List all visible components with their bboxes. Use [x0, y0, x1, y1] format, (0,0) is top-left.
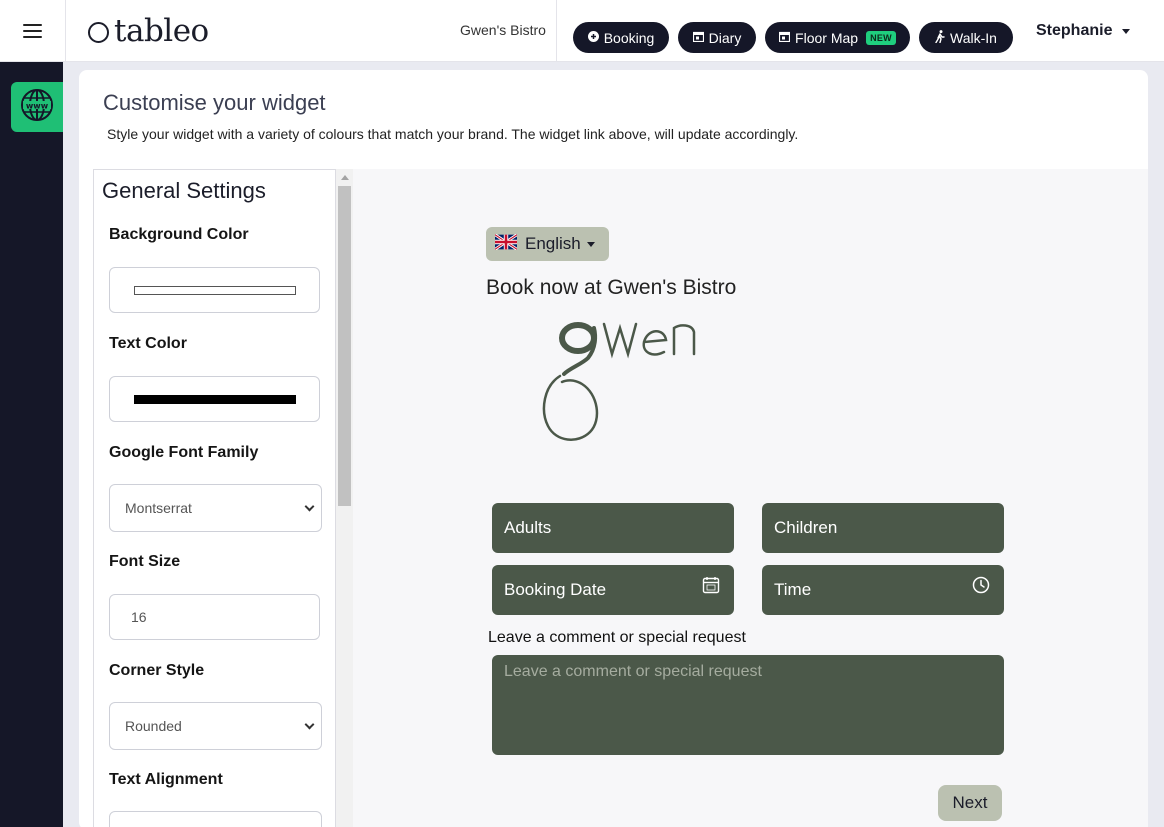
floor-map-label: Floor Map	[795, 29, 859, 46]
logo-ring-icon	[88, 22, 109, 43]
menu-button[interactable]	[0, 0, 66, 62]
side-rail: www	[0, 62, 63, 827]
calendar-icon	[692, 31, 704, 45]
brand-name: tableo	[114, 13, 209, 49]
children-field[interactable]: Children	[762, 503, 1004, 553]
user-menu[interactable]: Stephanie	[1036, 22, 1131, 40]
clock-icon[interactable]	[972, 576, 990, 594]
language-dropdown[interactable]: English	[486, 227, 609, 261]
font-family-label: Google Font Family	[109, 444, 259, 461]
text-color-picker[interactable]	[109, 376, 320, 422]
adults-field[interactable]: Adults	[492, 503, 734, 553]
adults-label: Adults	[504, 518, 552, 537]
floor-map-button[interactable]: Floor Map NEW	[765, 22, 910, 53]
next-button[interactable]: Next	[938, 785, 1002, 821]
time-label: Time	[774, 580, 812, 599]
globe-www-icon: www	[20, 88, 54, 127]
widget-preview: English Book now at Gwen's Bistro Adults…	[353, 169, 1148, 827]
top-bar: tableo Gwen's Bistro Booking Diary Floor…	[0, 0, 1164, 62]
restaurant-name: Gwen's Bistro	[460, 22, 546, 38]
background-color-swatch	[134, 286, 296, 295]
comment-textarea[interactable]: Leave a comment or special request	[492, 655, 1004, 755]
background-color-picker[interactable]	[109, 267, 320, 313]
walk-in-button[interactable]: Walk-In	[919, 22, 1013, 53]
settings-scrollbar[interactable]	[336, 169, 353, 827]
booking-button[interactable]: Booking	[573, 22, 669, 53]
diary-label: Diary	[708, 29, 742, 46]
font-size-input[interactable]: 16	[109, 594, 320, 640]
user-name: Stephanie	[1036, 22, 1113, 39]
divider	[556, 0, 557, 62]
language-label: English	[525, 234, 581, 253]
font-family-value: Montserrat	[125, 500, 192, 516]
calendar-icon	[778, 31, 791, 45]
walking-icon	[935, 29, 945, 46]
scroll-up-arrow-icon[interactable]	[341, 175, 349, 180]
chevron-down-icon	[304, 501, 315, 511]
walk-in-label: Walk-In	[950, 29, 997, 46]
booking-date-field[interactable]: Booking Date	[492, 565, 734, 615]
caret-down-icon	[586, 241, 595, 247]
corner-style-label: Corner Style	[109, 662, 205, 679]
calendar-icon[interactable]	[702, 576, 720, 594]
brand-logo[interactable]: tableo	[88, 10, 209, 52]
hamburger-icon	[23, 24, 42, 38]
settings-title: General Settings	[102, 178, 266, 203]
text-alignment-label: Text Alignment	[109, 771, 223, 788]
font-family-select[interactable]: Montserrat	[109, 484, 322, 532]
booking-date-label: Booking Date	[504, 580, 607, 599]
comment-label: Leave a comment or special request	[488, 629, 746, 646]
restaurant-logo-image	[538, 314, 738, 454]
text-alignment-select[interactable]	[109, 811, 322, 827]
background-color-label: Background Color	[109, 226, 249, 243]
scroll-thumb[interactable]	[338, 186, 351, 506]
main-card: Customise your widget Style your widget …	[79, 70, 1148, 827]
booking-label: Booking	[603, 29, 655, 46]
caret-down-icon	[1122, 28, 1131, 34]
new-badge: NEW	[866, 30, 896, 45]
page-title: Customise your widget	[103, 90, 326, 115]
svg-text:www: www	[26, 101, 49, 110]
page-description: Style your widget with a variety of colo…	[107, 126, 799, 142]
corner-style-select[interactable]: Rounded	[109, 702, 322, 750]
widget-nav-button[interactable]: www	[11, 82, 63, 132]
time-field[interactable]: Time	[762, 565, 1004, 615]
settings-panel: General Settings Background Color Text C…	[93, 169, 336, 827]
font-size-label: Font Size	[109, 553, 181, 570]
diary-button[interactable]: Diary	[678, 22, 756, 53]
children-label: Children	[774, 518, 838, 537]
corner-style-value: Rounded	[125, 718, 182, 734]
chevron-down-icon	[304, 719, 315, 729]
booking-title: Book now at Gwen's Bistro	[486, 276, 737, 299]
text-color-swatch	[134, 395, 296, 404]
comment-placeholder: Leave a comment or special request	[504, 663, 762, 680]
text-color-label: Text Color	[109, 335, 187, 352]
font-size-value: 16	[131, 609, 147, 625]
uk-flag-icon	[494, 232, 518, 255]
plus-circle-icon	[587, 30, 599, 45]
